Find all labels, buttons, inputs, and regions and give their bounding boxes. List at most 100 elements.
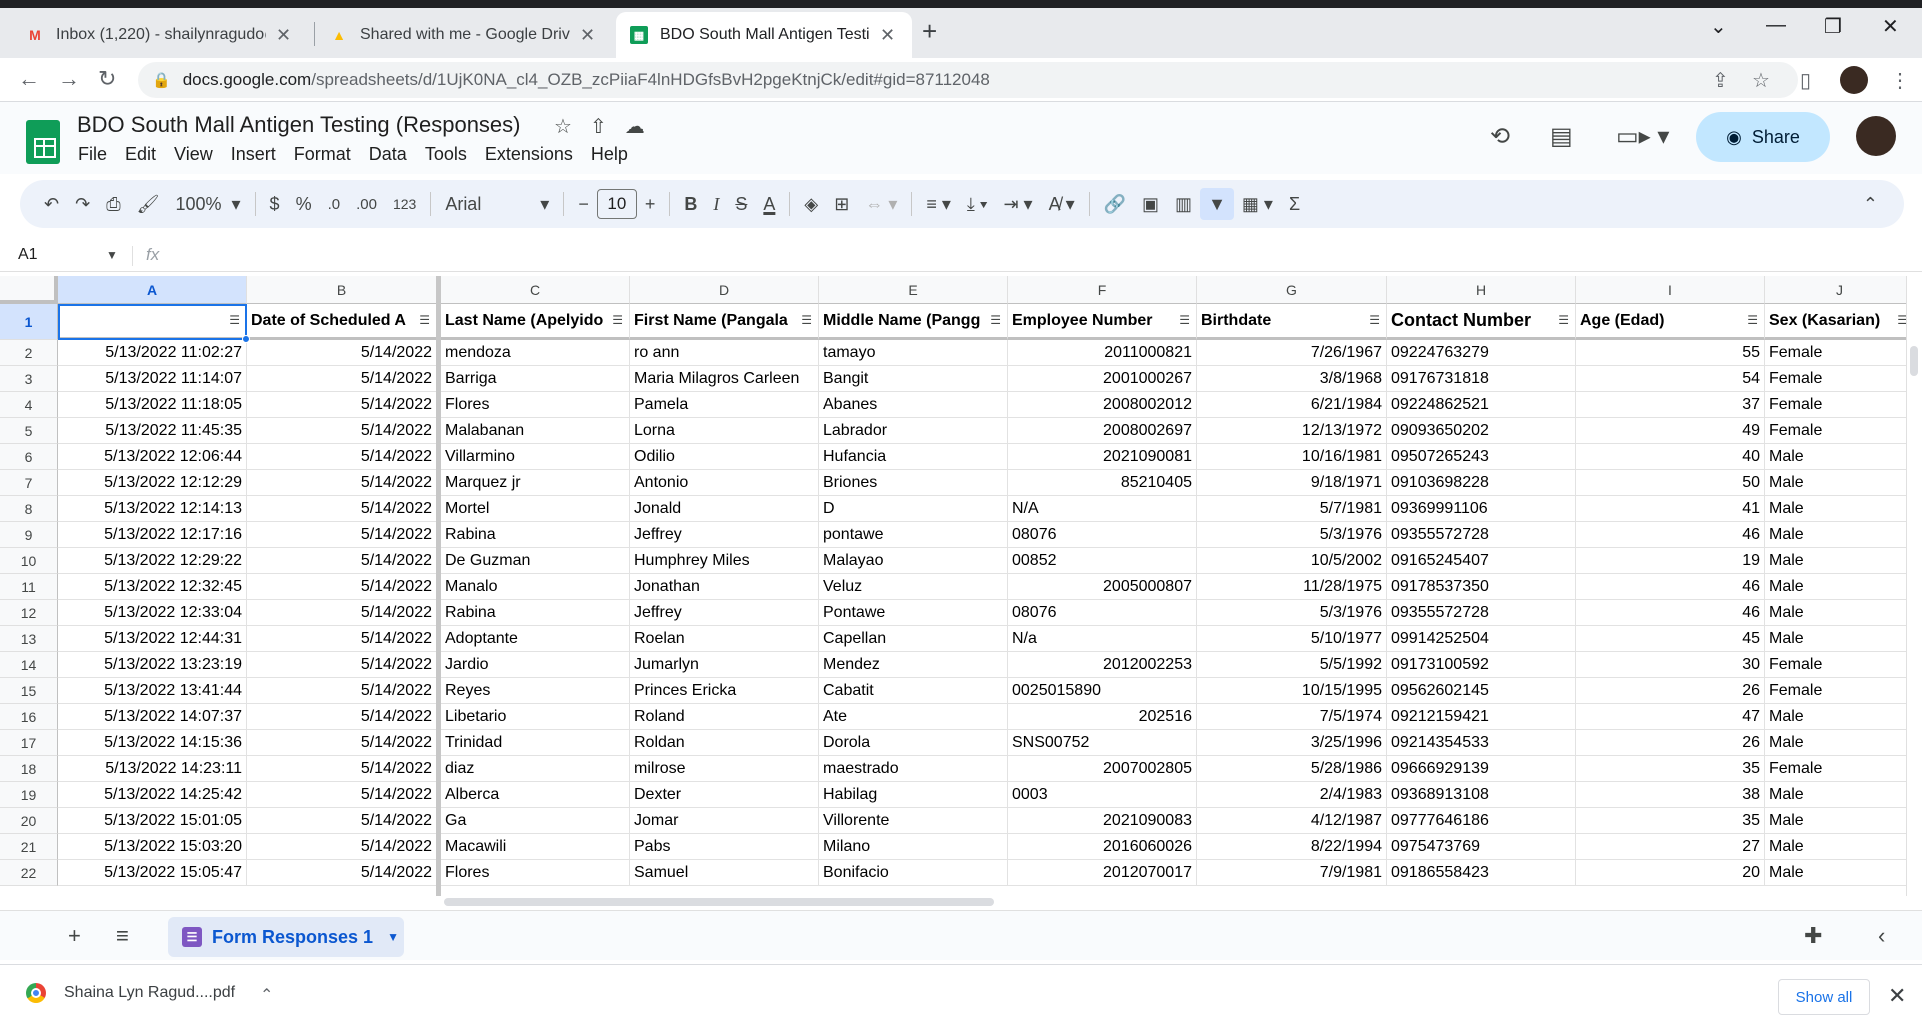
table-cell[interactable]: 3/8/1968 <box>1197 366 1387 392</box>
table-cell[interactable]: 47 <box>1576 704 1765 730</box>
table-cell[interactable]: Rabina <box>441 600 630 626</box>
row-header[interactable]: 2 <box>0 340 58 366</box>
menu-view[interactable]: View <box>174 144 213 165</box>
table-cell[interactable]: 5/14/2022 <box>247 340 437 366</box>
borders-icon[interactable]: ⊞ <box>826 188 857 220</box>
row-header[interactable]: 10 <box>0 548 58 574</box>
table-cell[interactable]: Female <box>1765 392 1906 418</box>
table-cell[interactable]: 5/13/2022 12:06:44 <box>58 444 247 470</box>
sheets-logo-icon[interactable] <box>26 120 60 164</box>
table-cell[interactable]: 09369991106 <box>1387 496 1576 522</box>
table-cell[interactable]: Antonio <box>630 470 819 496</box>
table-cell[interactable]: Abanes <box>819 392 1008 418</box>
table-cell[interactable]: 09186558423 <box>1387 860 1576 886</box>
table-cell[interactable]: Marquez jr <box>441 470 630 496</box>
table-cell[interactable]: Bonifacio <box>819 860 1008 886</box>
table-cell[interactable]: N/A <box>1008 496 1197 522</box>
table-cell[interactable]: Male <box>1765 704 1906 730</box>
table-cell[interactable]: 8/22/1994 <box>1197 834 1387 860</box>
table-cell[interactable]: Ga <box>441 808 630 834</box>
table-cell[interactable]: 5/13/2022 15:01:05 <box>58 808 247 834</box>
table-cell[interactable]: Female <box>1765 418 1906 444</box>
table-cell[interactable]: Male <box>1765 522 1906 548</box>
table-cell[interactable]: 19 <box>1576 548 1765 574</box>
table-cell[interactable]: Libetario <box>441 704 630 730</box>
horizontal-align-icon[interactable]: ≡ ▾ <box>918 188 959 220</box>
table-cell[interactable]: Princes Ericka <box>630 678 819 704</box>
table-cell[interactable]: 54 <box>1576 366 1765 392</box>
table-cell[interactable]: 5/14/2022 <box>247 730 437 756</box>
table-cell[interactable]: 5/7/1981 <box>1197 496 1387 522</box>
chrome-menu-icon[interactable]: ⋮ <box>1890 68 1910 93</box>
select-all-corner[interactable] <box>0 276 58 304</box>
explore-icon[interactable]: ✚ <box>1804 923 1822 949</box>
table-cell[interactable]: 5/13/2022 11:18:05 <box>58 392 247 418</box>
table-cell[interactable]: 5/13/2022 15:03:20 <box>58 834 247 860</box>
column-header-b[interactable]: B <box>247 276 437 304</box>
table-cell[interactable]: 5/14/2022 <box>247 392 437 418</box>
table-cell[interactable]: 4/12/1987 <box>1197 808 1387 834</box>
table-cell[interactable]: 45 <box>1576 626 1765 652</box>
row-header[interactable]: 15 <box>0 678 58 704</box>
table-cell[interactable]: Mendez <box>819 652 1008 678</box>
table-cell[interactable]: 08076 <box>1008 600 1197 626</box>
table-cell[interactable]: 09165245407 <box>1387 548 1576 574</box>
download-item[interactable]: Shaina Lyn Ragud....pdf <box>26 983 235 1003</box>
table-cell[interactable]: Male <box>1765 808 1906 834</box>
table-cell[interactable]: Male <box>1765 782 1906 808</box>
table-cell[interactable]: ro ann <box>630 340 819 366</box>
table-cell[interactable]: Pontawe <box>819 600 1008 626</box>
table-cell[interactable]: 5/13/2022 14:15:36 <box>58 730 247 756</box>
table-cell[interactable]: 2001000267 <box>1008 366 1197 392</box>
table-cell[interactable]: Male <box>1765 574 1906 600</box>
menu-edit[interactable]: Edit <box>125 144 156 165</box>
menu-tools[interactable]: Tools <box>425 144 467 165</box>
table-cell[interactable]: Habilag <box>819 782 1008 808</box>
row-header[interactable]: 14 <box>0 652 58 678</box>
row-header[interactable]: 7 <box>0 470 58 496</box>
row-header[interactable]: 6 <box>0 444 58 470</box>
table-cell[interactable]: 10/16/1981 <box>1197 444 1387 470</box>
table-cell[interactable]: 09914252504 <box>1387 626 1576 652</box>
table-cell[interactable]: 0975473769 <box>1387 834 1576 860</box>
table-cell[interactable]: diaz <box>441 756 630 782</box>
table-cell[interactable]: 09214354533 <box>1387 730 1576 756</box>
cloud-status-icon[interactable]: ☁ <box>625 114 645 139</box>
chevron-up-icon[interactable]: ⌃ <box>260 985 273 1005</box>
more-formats-button[interactable]: 123 <box>385 188 424 220</box>
table-cell[interactable]: 5/14/2022 <box>247 496 437 522</box>
new-tab-button[interactable]: + <box>922 16 937 47</box>
table-cell[interactable]: Milano <box>819 834 1008 860</box>
table-cell[interactable]: Malabanan <box>441 418 630 444</box>
table-cell[interactable]: Dorola <box>819 730 1008 756</box>
insert-link-icon[interactable]: 🔗 <box>1096 188 1134 220</box>
browser-tab-drive[interactable]: ▲ Shared with me - Google Drive ✕ <box>316 12 616 58</box>
table-cell[interactable]: 20 <box>1576 860 1765 886</box>
table-cell[interactable]: Reyes <box>441 678 630 704</box>
table-cell[interactable]: Villarmino <box>441 444 630 470</box>
name-box[interactable]: A1 <box>18 246 38 264</box>
table-cell[interactable]: 5/13/2022 12:32:45 <box>58 574 247 600</box>
column-header-i[interactable]: I <box>1576 276 1765 304</box>
table-cell[interactable]: 5/14/2022 <box>247 860 437 886</box>
row-header[interactable]: 19 <box>0 782 58 808</box>
header-cell[interactable]: Age (Edad) ☰ <box>1576 304 1765 340</box>
filter-icon[interactable]: ☰ <box>1897 313 1906 327</box>
header-cell[interactable]: Middle Name (Pangg ☰ <box>819 304 1008 340</box>
table-cell[interactable]: SNS00752 <box>1008 730 1197 756</box>
table-cell[interactable]: 5/13/2022 12:14:13 <box>58 496 247 522</box>
scrollbar-thumb[interactable] <box>1910 346 1918 376</box>
table-cell[interactable]: 41 <box>1576 496 1765 522</box>
side-panel-collapse-icon[interactable]: ‹ <box>1878 923 1885 949</box>
table-cell[interactable]: 6/21/1984 <box>1197 392 1387 418</box>
table-cell[interactable]: 5/14/2022 <box>247 834 437 860</box>
table-cell[interactable]: 2011000821 <box>1008 340 1197 366</box>
column-header-h[interactable]: H <box>1387 276 1576 304</box>
text-color-button[interactable]: A <box>755 188 783 220</box>
percent-format-button[interactable]: % <box>288 188 320 220</box>
formula-input[interactable] <box>180 246 1880 266</box>
table-cell[interactable]: 0003 <box>1008 782 1197 808</box>
table-cell[interactable]: 26 <box>1576 730 1765 756</box>
table-cell[interactable]: 5/13/2022 12:33:04 <box>58 600 247 626</box>
table-cell[interactable]: Humphrey Miles <box>630 548 819 574</box>
